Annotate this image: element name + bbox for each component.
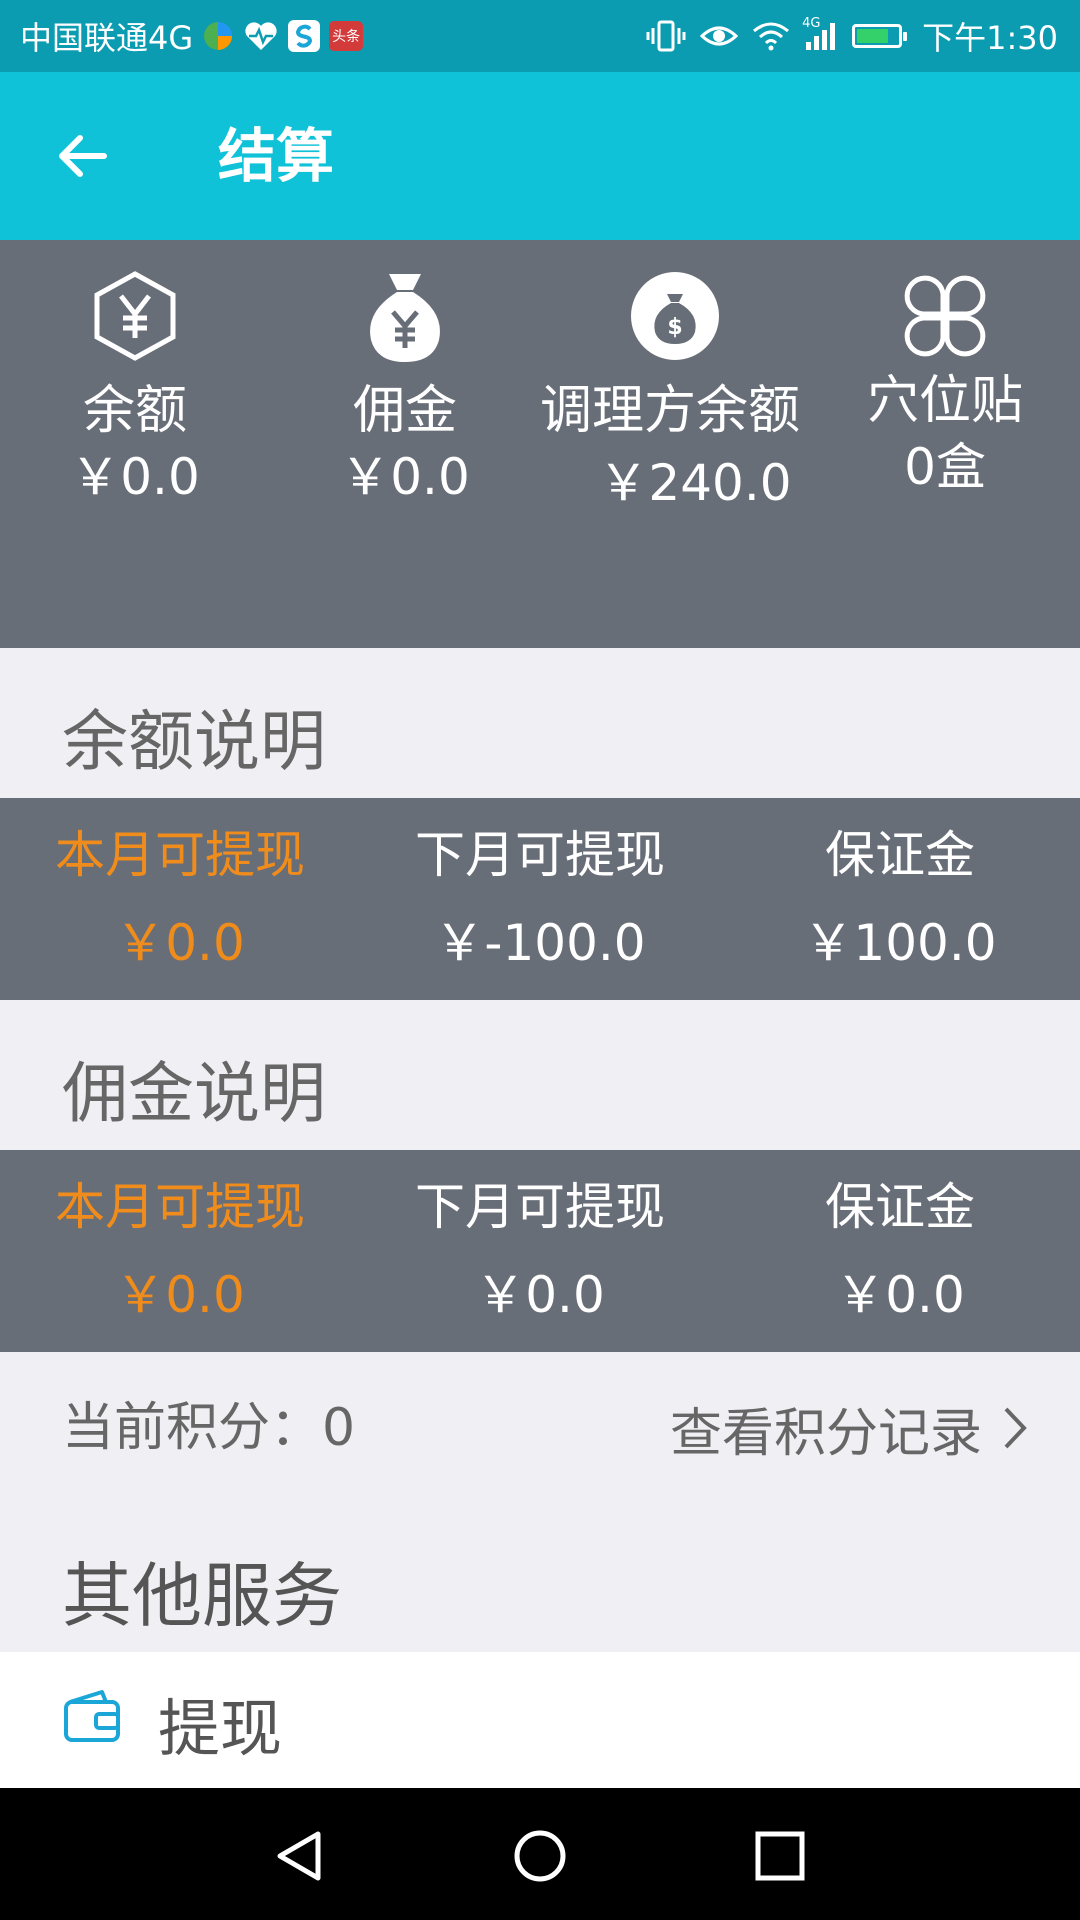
summary-label: 佣金 [352, 381, 457, 441]
recents-square-icon[interactable] [752, 1828, 808, 1884]
status-right: 4G 下午1:30 [646, 0, 1058, 72]
arrow-left-icon[interactable] [54, 128, 110, 184]
vibrate-icon [646, 19, 686, 53]
home-circle-icon[interactable] [512, 1828, 568, 1884]
other-services-header: 其他服务 [0, 1504, 1080, 1652]
points-value: 0 [322, 1398, 356, 1458]
commission-section-header: 佣金说明 [0, 1000, 1080, 1150]
news-app-icon: 头条 [329, 21, 364, 51]
summary-value: ￥240.0 [598, 454, 792, 512]
current-points: 当前积分：0 [62, 1352, 355, 1504]
detail-value: ￥-100.0 [434, 914, 646, 972]
detail-label: 本月可提现 [55, 1178, 305, 1236]
status-left: 中国联通4G 头条 [20, 0, 364, 72]
app-multicolor-icon [201, 19, 235, 53]
points-label: 当前积分： [62, 1398, 323, 1458]
detail-value: ￥0.0 [835, 1266, 965, 1324]
commission-detail-row: 本月可提现 ￥0.0 下月可提现 ￥0.0 保证金 ￥0.0 [0, 1150, 1080, 1352]
wifi-icon [752, 21, 790, 51]
commission-this-month[interactable]: 本月可提现 ￥0.0 [0, 1150, 360, 1326]
summary-commission[interactable]: 佣金 ￥0.0 [300, 268, 510, 510]
balance-next-month[interactable]: 下月可提现 ￥-100.0 [360, 798, 720, 974]
app-bar: 结算 [0, 72, 1080, 240]
detail-label: 下月可提现 [415, 1178, 665, 1236]
section-title: 其他服务 [62, 1555, 342, 1637]
summary-value: ￥0.0 [70, 448, 200, 506]
detail-value: ￥100.0 [803, 914, 997, 972]
commission-deposit[interactable]: 保证金 ￥0.0 [720, 1150, 1080, 1326]
yuan-hexagon-icon [94, 271, 176, 361]
eye-icon [700, 22, 739, 50]
money-bag-yuan-icon [370, 274, 440, 362]
detail-label: 保证金 [825, 1178, 975, 1236]
summary-panel: 余额 ￥0.0 佣金 ￥0.0 $ 调理方余额 ￥240.0 穴位贴 0盒 [0, 240, 1080, 648]
money-bag-dollar-icon: $ [631, 272, 719, 360]
summary-prescription-balance[interactable]: $ 调理方余额 ￥240.0 [540, 268, 810, 516]
status-bar: 中国联通4G 头条 4G 下午1:30 [0, 0, 1080, 72]
wallet-icon [64, 1690, 120, 1742]
carrier-text: 中国联通4G [20, 19, 194, 57]
detail-label: 下月可提现 [415, 826, 665, 884]
balance-section-header: 余额说明 [0, 648, 1080, 798]
app-s-icon [287, 19, 321, 53]
section-title: 佣金说明 [62, 1055, 326, 1132]
chevron-right-icon [1004, 1407, 1027, 1449]
signal-icon: 4G [802, 16, 838, 52]
summary-balance[interactable]: 余额 ￥0.0 [30, 268, 240, 510]
summary-value: 0盒 [904, 438, 986, 496]
four-petal-icon [904, 275, 986, 357]
section-title: 余额说明 [62, 703, 326, 780]
detail-label: 本月可提现 [55, 826, 305, 884]
detail-value: ￥0.0 [475, 1266, 605, 1324]
summary-acupoint-patch[interactable]: 穴位贴 0盒 [840, 268, 1050, 500]
balance-detail-row: 本月可提现 ￥0.0 下月可提现 ￥-100.0 保证金 ￥100.0 [0, 798, 1080, 1000]
withdraw-item[interactable]: 提现 [0, 1652, 1080, 1788]
points-row: 当前积分：0 查看积分记录 [0, 1352, 1080, 1504]
summary-label: 余额 [82, 381, 187, 441]
battery-charging-icon [852, 24, 908, 48]
summary-label: 穴位贴 [866, 371, 1023, 431]
back-triangle-icon[interactable] [272, 1828, 328, 1884]
svg-text:$: $ [667, 315, 682, 340]
page-title: 结算 [218, 122, 335, 190]
withdraw-label: 提现 [158, 1692, 283, 1765]
points-history-label: 查看积分记录 [669, 1403, 982, 1464]
detail-value: ￥0.0 [115, 914, 245, 972]
navigation-bar [0, 1788, 1080, 1920]
detail-value: ￥0.0 [115, 1266, 245, 1324]
summary-value: ￥0.0 [340, 448, 470, 506]
network-type-text: 4G [802, 16, 821, 31]
balance-this-month[interactable]: 本月可提现 ￥0.0 [0, 798, 360, 974]
balance-deposit[interactable]: 保证金 ￥100.0 [720, 798, 1080, 974]
status-time: 下午1:30 [922, 19, 1058, 57]
summary-label: 调理方余额 [540, 381, 801, 441]
heart-pulse-icon [243, 20, 279, 52]
points-history-link[interactable]: 查看积分记录 [670, 1352, 1028, 1504]
detail-label: 保证金 [825, 826, 975, 884]
commission-next-month[interactable]: 下月可提现 ￥0.0 [360, 1150, 720, 1326]
